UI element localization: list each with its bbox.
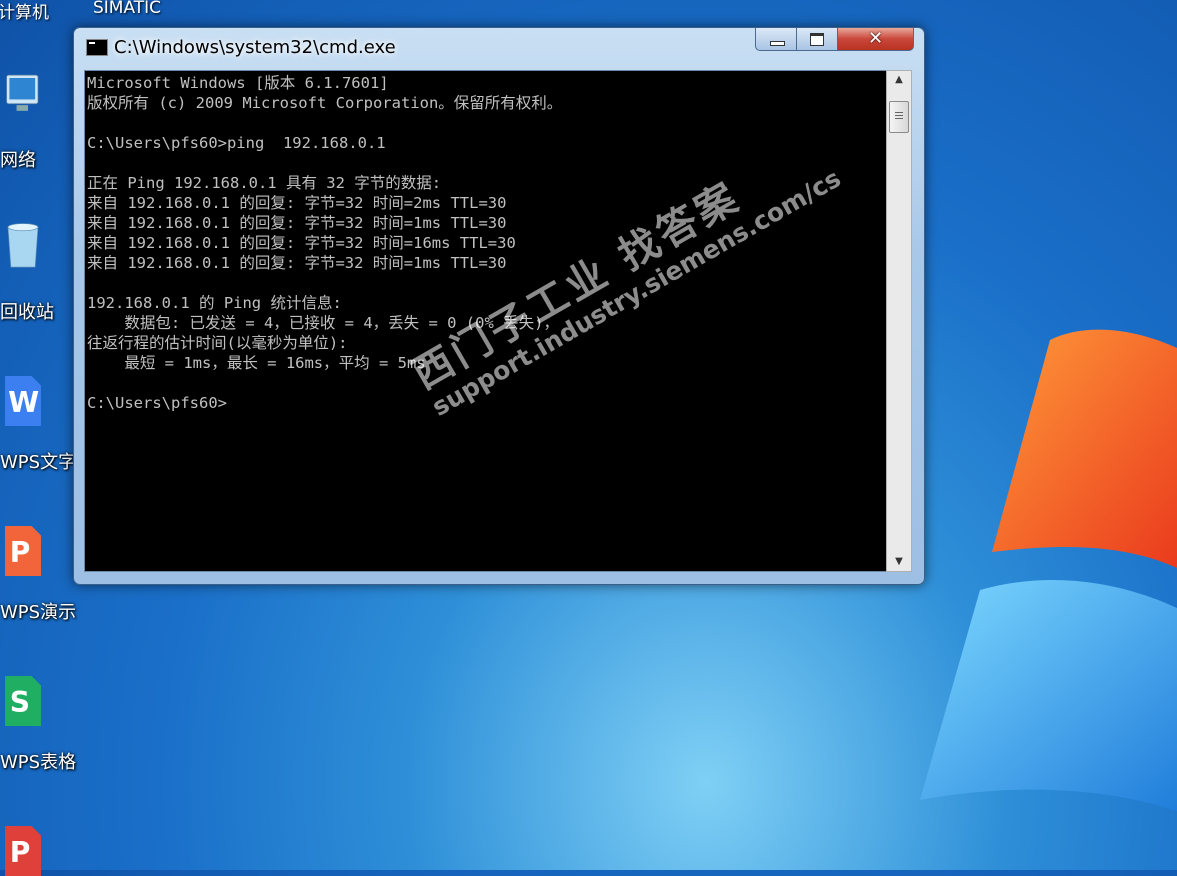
cmd-icon[interactable] xyxy=(86,39,108,56)
network-icon xyxy=(6,74,39,111)
wps-writer-icon: W xyxy=(5,376,41,426)
wps-pdf-icon: P xyxy=(5,826,41,876)
maximize-button[interactable] xyxy=(796,28,838,51)
console-line: C:\Users\pfs60> xyxy=(87,394,227,412)
close-button[interactable]: ✕ xyxy=(837,28,914,51)
desktop-label-simatic[interactable]: SIMATIC xyxy=(93,0,161,18)
svg-text:P: P xyxy=(10,536,31,569)
svg-text:S: S xyxy=(10,686,30,719)
recycle-bin-icon xyxy=(7,223,39,268)
title-bar[interactable]: C:\Windows\system32\cmd.exe ✕ xyxy=(74,28,924,68)
minimize-icon xyxy=(770,41,785,46)
close-icon: ✕ xyxy=(867,28,884,49)
console-line: 来自 192.168.0.1 的回复: 字节=32 时间=1ms TTL=30 xyxy=(87,214,507,232)
wps-presentation-icon: P xyxy=(5,526,41,576)
cmd-window[interactable]: C:\Windows\system32\cmd.exe ✕ Microsoft … xyxy=(73,27,925,585)
console-line: 192.168.0.1 的 Ping 统计信息: xyxy=(87,294,342,312)
desktop-label-computer[interactable]: 计算机 xyxy=(0,0,49,23)
console-line: 最短 = 1ms，最长 = 16ms，平均 = 5ms xyxy=(87,354,426,372)
wps-spreadsheet-icon: S xyxy=(5,676,41,726)
svg-text:P: P xyxy=(10,836,31,869)
scroll-down-arrow-icon[interactable]: ▼ xyxy=(887,553,911,571)
minimize-button[interactable] xyxy=(755,28,797,51)
vertical-scrollbar[interactable]: ▲ ▼ xyxy=(886,70,912,572)
console-line: 来自 192.168.0.1 的回复: 字节=32 时间=16ms TTL=30 xyxy=(87,234,516,252)
windows-logo xyxy=(920,329,1177,812)
window-title: C:\Windows\system32\cmd.exe xyxy=(114,37,396,58)
console-line: 正在 Ping 192.168.0.1 具有 32 字节的数据: xyxy=(87,174,442,192)
console-line: 来自 192.168.0.1 的回复: 字节=32 时间=2ms TTL=30 xyxy=(87,194,507,212)
console-output[interactable]: Microsoft Windows [版本 6.1.7601] 版权所有 (c) … xyxy=(84,70,888,572)
scroll-up-arrow-icon[interactable]: ▲ xyxy=(887,71,911,89)
console-line: Microsoft Windows [版本 6.1.7601] xyxy=(87,74,389,92)
maximize-icon xyxy=(810,33,824,46)
scroll-thumb[interactable] xyxy=(889,101,909,133)
console-text: Microsoft Windows [版本 6.1.7601] 版权所有 (c) … xyxy=(85,71,887,413)
svg-text:W: W xyxy=(8,386,39,419)
console-line: 来自 192.168.0.1 的回复: 字节=32 时间=1ms TTL=30 xyxy=(87,254,507,272)
console-line: C:\Users\pfs60>ping 192.168.0.1 xyxy=(87,134,386,152)
console-line: 往返行程的估计时间(以毫秒为单位): xyxy=(87,334,348,352)
console-line: 数据包: 已发送 = 4，已接收 = 4，丢失 = 0 (0% 丢失)， xyxy=(87,314,559,332)
console-line: 版权所有 (c) 2009 Microsoft Corporation。保留所有… xyxy=(87,94,563,112)
